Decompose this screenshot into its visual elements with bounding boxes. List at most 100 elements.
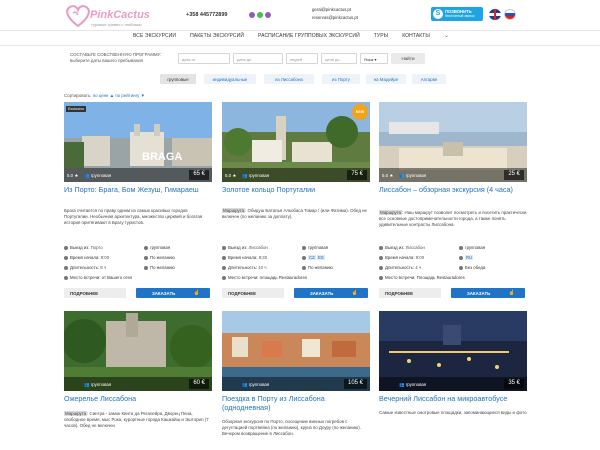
tour-title[interactable]: Из Порто: Брага, Бом Жезуш, Гимараеш bbox=[64, 185, 214, 195]
tour-description: Обзорная экскурсия по Порто, посещение в… bbox=[222, 419, 361, 437]
duration-attr: Длительность: 4 ч bbox=[379, 265, 421, 270]
sort-by-price[interactable]: по цене ▲ bbox=[93, 93, 114, 98]
pin-icon bbox=[222, 275, 226, 280]
skype-sublabel: бесплатный звонок bbox=[445, 14, 475, 18]
group-type: 👥 групповая bbox=[242, 382, 269, 388]
filter-from-porto[interactable]: из Порту bbox=[322, 74, 360, 84]
filter-algarve[interactable]: Алгарве bbox=[412, 74, 446, 84]
order-button-label: ЗАКАЗАТЬ bbox=[310, 290, 334, 296]
nav-schedule[interactable]: РАСПИСАНИЕ ГРУППОВЫХ ЭКСКУРСИЙ bbox=[258, 33, 360, 43]
more-button[interactable]: ПОДРОБНЕЕ bbox=[64, 288, 126, 298]
chevron-down-icon[interactable]: ⌄ bbox=[444, 32, 449, 43]
start-time-label: Время начала: bbox=[385, 255, 415, 260]
tour-card: 👥 групповая 35 € Вечерний Лиссабон на ми… bbox=[379, 311, 527, 450]
filter-individual[interactable]: индивидуальные bbox=[204, 74, 256, 84]
departure-attr: Выезд из: Порто bbox=[64, 245, 103, 250]
group-type: 👥 групповая bbox=[399, 173, 426, 179]
tag-language: По желанию bbox=[144, 255, 175, 260]
meeting-point-text: Место встречи: Площадь Restauradores bbox=[385, 275, 465, 280]
group-icon bbox=[459, 245, 463, 250]
tour-photo[interactable]: 👥 групповая 35 € bbox=[379, 311, 527, 391]
tour-photo[interactable]: 5.0 ★ 👥 групповая 25 € bbox=[379, 102, 527, 182]
order-button[interactable]: ЗАКАЗАТЬ ☝ bbox=[294, 288, 368, 298]
rating: 5.0 ★ bbox=[225, 173, 237, 178]
search-label: СОСТАВЬТЕ СОБСТВЕННУЮ ПРОГРАММУ: выберит… bbox=[70, 52, 162, 63]
duration-value: 4 ч bbox=[415, 265, 422, 270]
lunch-icon bbox=[459, 265, 463, 270]
language-select-value: Язык bbox=[364, 57, 374, 62]
tour-photo[interactable]: NEW 5.0 ★ 👥 групповая 75 € bbox=[222, 102, 370, 182]
tour-card: NEW 5.0 ★ 👥 групповая 75 € Золотое кольц… bbox=[222, 102, 370, 307]
tour-title[interactable]: Поездка в Порту из Лиссабона (однодневна… bbox=[222, 394, 372, 412]
email-reservations[interactable]: reservas@pinkcactus.pt bbox=[312, 14, 358, 22]
group-icon: 👥 bbox=[399, 173, 406, 178]
sort-by-rating[interactable]: по рейтингу ▼ bbox=[115, 93, 145, 98]
tour-title[interactable]: Вечерний Лиссабон на микроавтобусе bbox=[379, 394, 529, 404]
price-tag: 75 € bbox=[347, 170, 367, 180]
more-button[interactable]: ПОДРОБНЕЕ bbox=[379, 288, 441, 298]
nav-contacts[interactable]: КОНТАКТЫ bbox=[402, 33, 430, 43]
rating: 5.0 ★ bbox=[382, 173, 394, 178]
departure-value: Лиссабон bbox=[248, 245, 268, 250]
tour-photo[interactable]: BRAGA Exclusivo 5.0 ★ 👥 групповая 65 € bbox=[64, 102, 212, 182]
nav-tours[interactable]: ТУРЫ bbox=[374, 33, 388, 43]
start-time-attr: Время начала: 8:30 bbox=[222, 255, 267, 260]
duration-value: 10 ч bbox=[258, 265, 267, 270]
more-button[interactable]: ПОДРОБНЕЕ bbox=[222, 288, 284, 298]
group-icon: 👥 bbox=[84, 173, 91, 178]
start-time-value: 8:30 bbox=[258, 255, 268, 260]
viber-icon[interactable] bbox=[249, 12, 255, 18]
filter-group[interactable]: групповые bbox=[160, 74, 196, 84]
flag-ru-icon[interactable] bbox=[504, 9, 516, 20]
tour-title[interactable]: Ожерелье Лиссабона bbox=[64, 394, 214, 404]
order-button[interactable]: ЗАКАЗАТЬ ☝ bbox=[136, 288, 210, 298]
phone-number[interactable]: +358 445772899 bbox=[186, 12, 227, 18]
tour-title[interactable]: Лиссабон – обзорная экскурсия (4 часа) bbox=[379, 185, 529, 195]
tag-lunch-text: По желанию bbox=[308, 265, 333, 270]
messenger-icon[interactable] bbox=[265, 12, 271, 18]
clock-icon bbox=[222, 255, 226, 260]
price-to-input[interactable]: цена до bbox=[321, 53, 357, 64]
price-tag: 35 € bbox=[504, 379, 524, 389]
filter-madeira[interactable]: на Мадейре bbox=[366, 74, 406, 84]
flag-uk-icon[interactable] bbox=[489, 9, 501, 20]
email-general[interactable]: geral@pinkcactus.pt bbox=[312, 6, 358, 14]
date-from-input[interactable]: дата от bbox=[178, 53, 230, 64]
nav-all-excursions[interactable]: ВСЕ ЭКСКУРСИИ bbox=[133, 33, 176, 43]
tag-group-text: групповая bbox=[465, 245, 486, 250]
start-time-attr: Время начала: 9:00 bbox=[64, 255, 109, 260]
find-button[interactable]: Найти bbox=[391, 53, 425, 64]
nav-packages[interactable]: ПАКЕТЫ ЭКСКУРСИЙ bbox=[190, 33, 244, 43]
tour-photo[interactable]: 👥 групповая 105 € bbox=[222, 311, 370, 391]
whatsapp-icon[interactable] bbox=[257, 12, 263, 18]
tag-lunch: Без обеда bbox=[459, 265, 485, 270]
lunch-icon bbox=[302, 265, 306, 270]
pin-icon bbox=[379, 245, 383, 250]
date-to-input[interactable]: дата до bbox=[233, 53, 283, 64]
sort-label: Сортировать: bbox=[64, 93, 92, 98]
tour-photo[interactable]: 👥 групповая 60 € bbox=[64, 311, 212, 391]
order-button[interactable]: ЗАКАЗАТЬ ☝ bbox=[451, 288, 525, 298]
tour-description: Маршрута: Синтра - замок Кинта да Регале… bbox=[64, 411, 212, 430]
price-tag: 105 € bbox=[343, 379, 367, 389]
people-input[interactable]: людей bbox=[286, 53, 318, 64]
departure-attr: Выезд из: Лиссабон bbox=[222, 245, 268, 250]
tour-description: Маршрута: Наш маршрут позволит посмотрет… bbox=[379, 210, 527, 229]
logo-tagline: туровые тревел с любовью bbox=[91, 22, 142, 27]
filter-from-lisbon[interactable]: из Лиссабона bbox=[264, 74, 314, 84]
tag-lunch-text: Без обеда bbox=[465, 265, 486, 270]
group-type-label: групповая bbox=[90, 173, 112, 178]
group-type-label: групповая bbox=[405, 382, 427, 387]
tour-title[interactable]: Золотое кольцо Португалии bbox=[222, 185, 372, 195]
language-select[interactable]: Язык ▾ bbox=[360, 53, 388, 64]
pin-icon bbox=[222, 245, 226, 250]
language-icon bbox=[302, 255, 306, 260]
skype-call-button[interactable]: S ПОЗВОНИТЬ бесплатный звонок bbox=[431, 7, 483, 21]
description-text: : Наш маршрут позволит посмотреть и посе… bbox=[379, 210, 527, 228]
group-type-label: групповая bbox=[405, 173, 427, 178]
skype-icon: S bbox=[433, 9, 443, 19]
hand-pointer-icon: ☝ bbox=[508, 290, 515, 296]
route-highlight: Маршрута bbox=[222, 208, 246, 213]
group-icon: 👥 bbox=[242, 173, 249, 178]
tag-languages: CZ ES bbox=[302, 255, 325, 260]
